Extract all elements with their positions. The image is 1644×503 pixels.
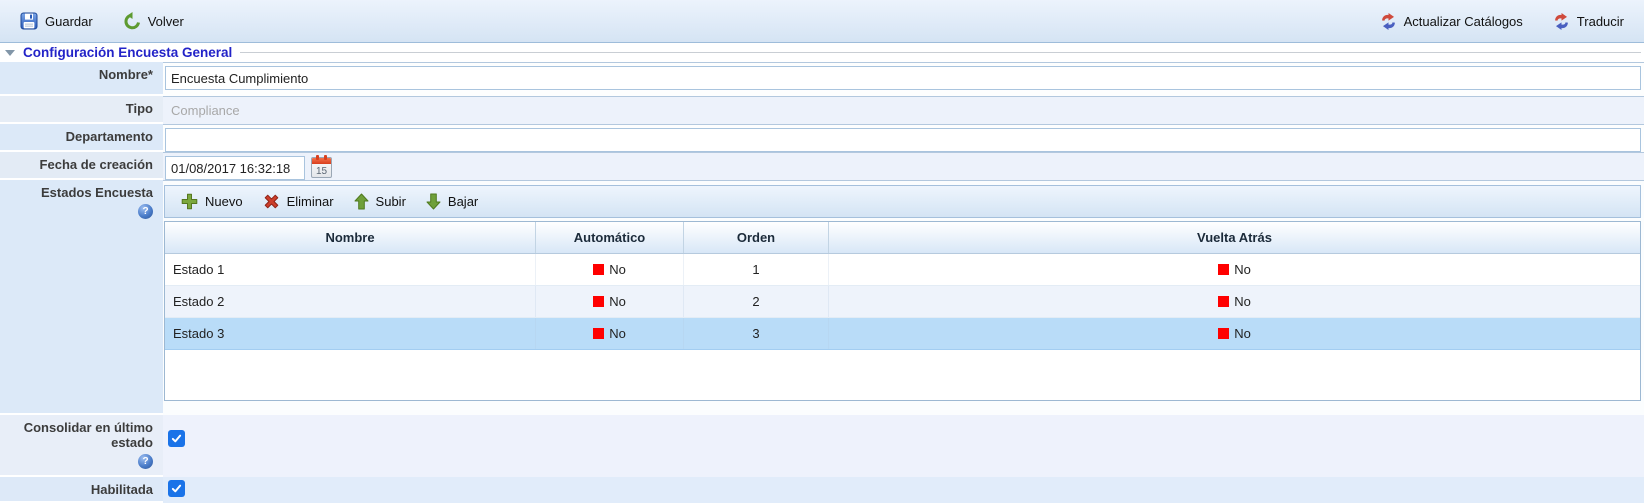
form-row-habilitada: Habilitada: [0, 477, 1644, 503]
red-flag-icon: [593, 328, 604, 339]
calendar-icon-top: [312, 158, 331, 164]
tipo-label: Tipo: [0, 96, 163, 124]
nombre-input[interactable]: [165, 66, 1641, 90]
cell-vuelta-atras: No: [829, 254, 1640, 285]
habilitada-label: Habilitada: [0, 477, 163, 503]
cell-nombre: Estado 3: [165, 318, 536, 349]
consolidar-label: Consolidar en último estado: [4, 420, 153, 450]
section-title: Configuración Encuesta General: [23, 45, 232, 60]
table-row-selected[interactable]: Estado 3 No 3 No: [165, 318, 1640, 350]
delete-state-button[interactable]: Eliminar: [255, 190, 342, 213]
form-row-estados: Estados Encuesta ? Nuevo: [0, 180, 1644, 415]
table-row[interactable]: Estado 2 No 2 No: [165, 286, 1640, 318]
move-down-button[interactable]: Bajar: [418, 190, 486, 213]
top-toolbar: Guardar Volver Actualizar Catálogos Trad…: [0, 0, 1644, 43]
fecha-label: Fecha de creación: [0, 152, 163, 180]
tipo-value: Compliance: [163, 97, 1644, 118]
cell-automatico-value: No: [609, 326, 626, 341]
form-row-fecha: Fecha de creación 15: [0, 152, 1644, 180]
consolidar-label-cell: Consolidar en último estado ?: [0, 415, 163, 477]
departamento-input[interactable]: [165, 128, 1641, 152]
refresh-icon: [1380, 13, 1397, 30]
refresh-icon: [1553, 13, 1570, 30]
form-row-departamento: Departamento: [0, 124, 1644, 152]
fecha-input[interactable]: [165, 156, 305, 180]
form-row-nombre: Nombre*: [0, 62, 1644, 96]
survey-form: Nombre* Tipo Compliance Departamento Fec…: [0, 62, 1644, 503]
back-button-label: Volver: [148, 14, 184, 29]
back-button[interactable]: Volver: [117, 9, 190, 33]
check-icon: [170, 432, 183, 445]
red-flag-icon: [593, 296, 604, 307]
nombre-label: Nombre*: [0, 62, 163, 96]
cell-nombre: Estado 2: [165, 286, 536, 317]
new-state-button[interactable]: Nuevo: [173, 190, 251, 213]
red-flag-icon: [593, 264, 604, 275]
delete-state-label: Eliminar: [287, 194, 334, 209]
move-down-label: Bajar: [448, 194, 478, 209]
estados-grid: Nombre Automático Orden Vuelta Atrás Est…: [164, 221, 1641, 401]
consolidar-checkbox[interactable]: [168, 430, 185, 447]
estados-toolbar: Nuevo Eliminar: [164, 185, 1641, 218]
column-header-orden[interactable]: Orden: [684, 222, 829, 253]
collapse-triangle-icon[interactable]: [5, 50, 15, 56]
calendar-icon[interactable]: 15: [311, 157, 332, 178]
update-catalogs-label: Actualizar Catálogos: [1404, 14, 1523, 29]
cell-vuelta-value: No: [1234, 326, 1251, 341]
grid-header: Nombre Automático Orden Vuelta Atrás: [165, 222, 1640, 254]
grid-body: Estado 1 No 1 No: [165, 254, 1640, 400]
back-arrow-icon: [123, 12, 141, 30]
red-flag-icon: [1218, 264, 1229, 275]
red-cross-icon: [263, 193, 280, 210]
cell-orden: 1: [684, 254, 829, 285]
cell-automatico: No: [536, 286, 684, 317]
floppy-disk-icon: [20, 12, 38, 30]
cell-automatico-value: No: [609, 294, 626, 309]
cell-automatico: No: [536, 318, 684, 349]
red-flag-icon: [1218, 296, 1229, 307]
cell-orden: 2: [684, 286, 829, 317]
cell-vuelta-value: No: [1234, 262, 1251, 277]
column-header-nombre[interactable]: Nombre: [165, 222, 536, 253]
cell-orden: 3: [684, 318, 829, 349]
translate-button-label: Traducir: [1577, 14, 1624, 29]
arrow-up-icon: [354, 193, 369, 210]
cell-vuelta-atras: No: [829, 318, 1640, 349]
move-up-label: Subir: [376, 194, 406, 209]
form-row-consolidar: Consolidar en último estado ?: [0, 415, 1644, 477]
estados-label-cell: Estados Encuesta ?: [0, 180, 163, 415]
calendar-icon-day: 15: [312, 166, 331, 177]
departamento-label: Departamento: [0, 124, 163, 152]
cell-automatico: No: [536, 254, 684, 285]
translate-button[interactable]: Traducir: [1547, 10, 1630, 33]
plus-icon: [181, 193, 198, 210]
cell-vuelta-atras: No: [829, 286, 1640, 317]
column-header-automatico[interactable]: Automático: [536, 222, 684, 253]
survey-config-page: Guardar Volver Actualizar Catálogos Trad…: [0, 0, 1644, 503]
new-state-label: Nuevo: [205, 194, 243, 209]
help-icon[interactable]: ?: [138, 454, 153, 469]
form-row-tipo: Tipo Compliance: [0, 96, 1644, 124]
cell-vuelta-value: No: [1234, 294, 1251, 309]
estados-panel: Nuevo Eliminar: [164, 185, 1641, 401]
save-button[interactable]: Guardar: [14, 9, 99, 33]
cell-automatico-value: No: [609, 262, 626, 277]
cell-nombre: Estado 1: [165, 254, 536, 285]
table-row[interactable]: Estado 1 No 1 No: [165, 254, 1640, 286]
update-catalogs-button[interactable]: Actualizar Catálogos: [1374, 10, 1529, 33]
habilitada-checkbox[interactable]: [168, 480, 185, 497]
estados-label: Estados Encuesta: [41, 185, 153, 200]
red-flag-icon: [1218, 328, 1229, 339]
help-icon[interactable]: ?: [138, 204, 153, 219]
save-button-label: Guardar: [45, 14, 93, 29]
section-rule: [240, 52, 1641, 53]
check-icon: [170, 482, 183, 495]
move-up-button[interactable]: Subir: [346, 190, 414, 213]
column-header-vuelta-atras[interactable]: Vuelta Atrás: [829, 222, 1640, 253]
section-header: Configuración Encuesta General: [0, 43, 1644, 62]
arrow-down-icon: [426, 193, 441, 210]
